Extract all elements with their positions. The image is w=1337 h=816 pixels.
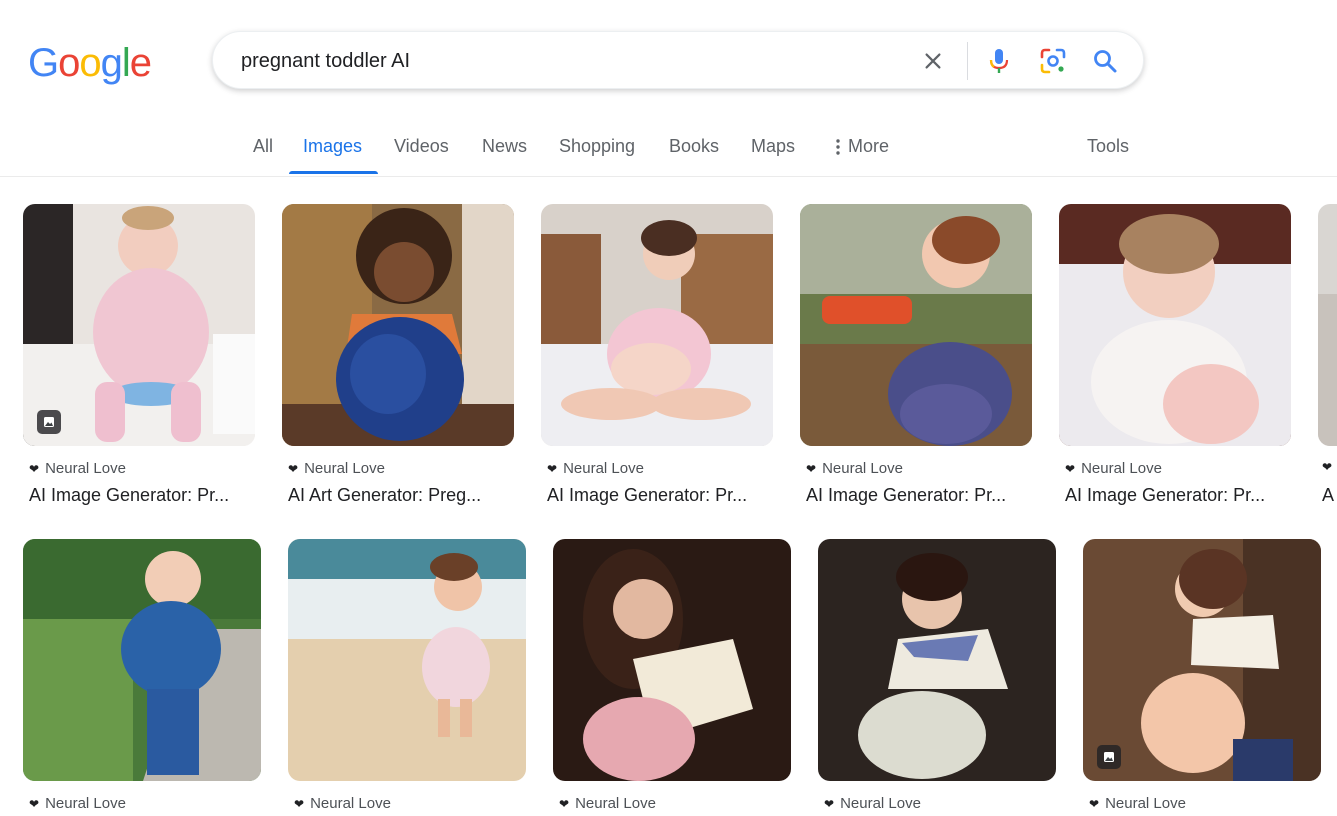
source-favicon-icon: ❤ (806, 461, 817, 476)
result-title[interactable]: AI Image Generator: Pr... (1065, 485, 1291, 506)
tab-more-label: More (848, 136, 890, 156)
logo-letter: o (58, 40, 80, 85)
source-name: Neural Love (45, 460, 126, 477)
image-result[interactable]: ❤ Neural Love (818, 539, 1056, 816)
tab-shopping[interactable]: Shopping (559, 136, 635, 157)
source-favicon-icon: ❤ (294, 796, 305, 811)
logo-letter: g (100, 40, 123, 85)
result-source[interactable]: ❤ Neural Love (824, 795, 921, 812)
logo-letter: e (129, 40, 152, 85)
source-name: Neural Love (45, 795, 126, 812)
result-source[interactable]: ❤ Neural Love (294, 795, 391, 812)
tab-more[interactable]: More (836, 136, 889, 157)
source-favicon-icon: ❤ (1322, 460, 1333, 474)
result-source[interactable]: ❤ Neural Love (1089, 795, 1186, 812)
source-favicon-icon: ❤ (824, 796, 835, 811)
result-source[interactable]: ❤ Neural Love (806, 460, 903, 477)
source-favicon-icon: ❤ (547, 461, 558, 476)
search-tabs: All Images Videos News Shopping Books Ma… (0, 118, 1337, 177)
active-tab-indicator (289, 171, 378, 174)
source-name: Neural Love (304, 460, 385, 477)
source-favicon-icon: ❤ (288, 461, 299, 476)
tab-news[interactable]: News (482, 136, 527, 157)
result-source[interactable]: ❤ Neural Love (559, 795, 656, 812)
image-thumbnail[interactable] (288, 539, 526, 781)
result-title[interactable]: A (1322, 485, 1337, 506)
image-thumbnail[interactable] (541, 204, 773, 446)
source-favicon-icon: ❤ (29, 796, 40, 811)
image-thumbnail[interactable] (23, 204, 255, 446)
image-result[interactable]: ❤ A (1318, 204, 1337, 510)
image-thumbnail[interactable] (23, 539, 261, 781)
image-result[interactable]: ❤ Neural Love AI Image Generator: Pr... (800, 204, 1032, 510)
image-badge-icon (1097, 745, 1121, 769)
result-source[interactable]: ❤ Neural Love (29, 460, 126, 477)
divider (967, 42, 968, 80)
image-result[interactable]: ❤ Neural Love AI Art Generator: Preg... (282, 204, 514, 510)
source-name: Neural Love (1105, 795, 1186, 812)
image-thumbnail[interactable] (818, 539, 1056, 781)
image-thumbnail[interactable] (1059, 204, 1291, 446)
logo-letter: l (121, 40, 131, 85)
source-name: Neural Love (310, 795, 391, 812)
result-title[interactable]: AI Image Generator: Pr... (29, 485, 255, 506)
image-thumbnail[interactable] (1083, 539, 1321, 781)
image-badge-icon (37, 410, 61, 434)
image-result[interactable]: ❤ Neural Love (553, 539, 791, 816)
image-result[interactable]: ❤ Neural Love AI Image Generator: Pr... (1059, 204, 1291, 510)
image-result[interactable]: ❤ Neural Love AI Image Generator: Pr... (541, 204, 773, 510)
result-source[interactable]: ❤ Neural Love (1065, 460, 1162, 477)
source-name: Neural Love (563, 460, 644, 477)
image-thumbnail[interactable] (1318, 204, 1337, 446)
microphone-icon[interactable] (983, 45, 1015, 77)
source-name: Neural Love (822, 460, 903, 477)
result-source[interactable]: ❤ (1322, 460, 1332, 474)
logo-letter: o (79, 40, 101, 85)
result-title[interactable]: AI Image Generator: Pr... (547, 485, 773, 506)
result-source[interactable]: ❤ Neural Love (547, 460, 644, 477)
result-title[interactable]: AI Image Generator: Pr... (806, 485, 1032, 506)
result-source[interactable]: ❤ Neural Love (29, 795, 126, 812)
search-input[interactable]: pregnant toddler AI (241, 50, 410, 73)
result-title[interactable]: AI Art Generator: Preg... (288, 485, 514, 506)
source-favicon-icon: ❤ (29, 461, 40, 476)
clear-icon[interactable] (917, 45, 949, 77)
image-thumbnail[interactable] (282, 204, 514, 446)
source-favicon-icon: ❤ (1065, 461, 1076, 476)
more-vert-icon (836, 138, 840, 155)
result-source[interactable]: ❤ Neural Love (288, 460, 385, 477)
tab-all[interactable]: All (253, 136, 273, 157)
source-favicon-icon: ❤ (1089, 796, 1100, 811)
google-logo[interactable]: Google (28, 40, 152, 86)
source-name: Neural Love (840, 795, 921, 812)
image-thumbnail[interactable] (553, 539, 791, 781)
image-result[interactable]: ❤ Neural Love (1083, 539, 1321, 816)
lens-icon[interactable] (1037, 45, 1069, 77)
source-favicon-icon: ❤ (559, 796, 570, 811)
logo-letter: G (28, 40, 59, 85)
tools-button[interactable]: Tools (1087, 136, 1129, 157)
image-result[interactable]: ❤ Neural Love (23, 539, 261, 816)
image-result[interactable]: ❤ Neural Love AI Image Generator: Pr... (23, 204, 255, 510)
source-name: Neural Love (1081, 460, 1162, 477)
search-icon[interactable] (1089, 45, 1121, 77)
image-thumbnail[interactable] (800, 204, 1032, 446)
source-name: Neural Love (575, 795, 656, 812)
image-result[interactable]: ❤ Neural Love (288, 539, 526, 816)
search-box[interactable]: pregnant toddler AI (212, 31, 1144, 89)
tab-images[interactable]: Images (303, 136, 362, 157)
tab-videos[interactable]: Videos (394, 136, 449, 157)
tab-books[interactable]: Books (669, 136, 719, 157)
tab-maps[interactable]: Maps (751, 136, 795, 157)
